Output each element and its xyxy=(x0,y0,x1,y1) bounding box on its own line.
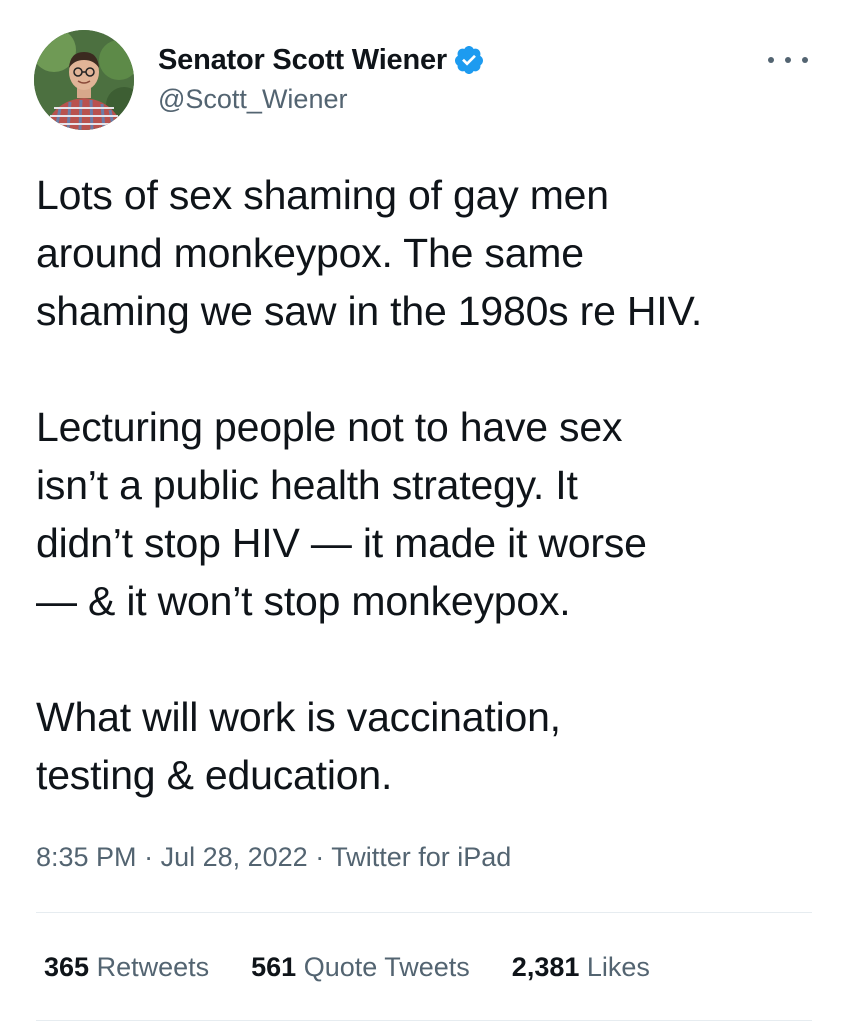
user-handle[interactable]: @Scott_Wiener xyxy=(158,84,485,115)
tweet-time[interactable]: 8:35 PM xyxy=(36,842,137,872)
divider xyxy=(36,912,812,913)
tweet-meta: 8:35 PM · Jul 28, 2022 · Twitter for iPa… xyxy=(36,842,511,873)
quote-tweets-count: 561 xyxy=(251,952,297,982)
tweet-paragraph: Lots of sex shaming of gay men around mo… xyxy=(36,172,703,334)
tweet-date[interactable]: Jul 28, 2022 xyxy=(161,842,308,872)
display-name[interactable]: Senator Scott Wiener xyxy=(158,44,447,77)
tweet-stats: 365 Retweets 561 Quote Tweets 2,381 Like… xyxy=(44,952,692,983)
avatar-image xyxy=(34,30,134,130)
retweets-label: Retweets xyxy=(89,952,210,982)
more-options-icon[interactable] xyxy=(768,50,808,70)
tweet-source[interactable]: Twitter for iPad xyxy=(331,842,511,872)
avatar[interactable] xyxy=(34,30,134,130)
tweet-paragraph: Lecturing people not to have sex isn’t a… xyxy=(36,404,647,624)
retweets-count: 365 xyxy=(44,952,90,982)
likes-label: Likes xyxy=(579,952,650,982)
likes-stat[interactable]: 2,381 Likes xyxy=(512,952,650,983)
meta-separator: · xyxy=(136,842,161,872)
tweet-text: Lots of sex shaming of gay men around mo… xyxy=(36,166,826,804)
quote-tweets-stat[interactable]: 561 Quote Tweets xyxy=(251,952,470,983)
meta-separator: · xyxy=(307,842,332,872)
author-info: Senator Scott Wiener @Scott_Wiener xyxy=(158,40,485,115)
divider xyxy=(36,1020,812,1021)
retweets-stat[interactable]: 365 Retweets xyxy=(44,952,209,983)
tweet-paragraph: What will work is vaccination, testing &… xyxy=(36,694,561,798)
quote-tweets-label: Quote Tweets xyxy=(296,952,470,982)
verified-badge-icon xyxy=(453,44,485,76)
likes-count: 2,381 xyxy=(511,952,580,982)
display-name-row: Senator Scott Wiener xyxy=(158,40,485,80)
tweet-header: Senator Scott Wiener @Scott_Wiener xyxy=(34,30,814,140)
